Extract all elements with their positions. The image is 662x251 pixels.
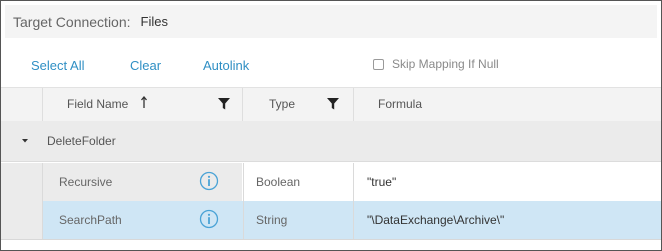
sort-ascending-arrow-icon[interactable]: [141, 96, 147, 110]
column-header-type[interactable]: Type: [269, 97, 295, 111]
field-name-text: Recursive: [59, 175, 113, 189]
table-row[interactable]: Recursive Boolean "true": [1, 163, 661, 202]
formula-text: "\DataExchange\Archive\": [367, 213, 505, 227]
target-connection-value: Files: [140, 14, 168, 29]
type-text: Boolean: [256, 175, 301, 189]
grid-header: Field Name Type Formula: [1, 87, 661, 122]
select-all-button[interactable]: Select All: [31, 58, 84, 73]
formula-text: "true": [367, 175, 397, 189]
skip-mapping-label: Skip Mapping If Null: [392, 57, 499, 71]
group-label: DeleteFolder: [47, 134, 116, 148]
column-header-formula[interactable]: Formula: [378, 97, 422, 111]
type-cell[interactable]: String: [243, 201, 353, 239]
formula-cell[interactable]: "true": [353, 163, 661, 201]
field-name-cell[interactable]: SearchPath: [43, 201, 242, 239]
skip-mapping-toggle[interactable]: Skip Mapping If Null: [373, 57, 499, 71]
mapping-panel: Target Connection: Files Select All Clea…: [0, 0, 662, 251]
clear-button[interactable]: Clear: [130, 58, 161, 73]
formula-cell[interactable]: "\DataExchange\Archive\": [353, 201, 661, 239]
autolink-button[interactable]: Autolink: [203, 58, 249, 73]
filter-funnel-icon[interactable]: [327, 98, 339, 110]
skip-mapping-checkbox[interactable]: [373, 58, 384, 70]
info-circle-icon[interactable]: [199, 209, 219, 229]
field-name-text: SearchPath: [59, 213, 122, 227]
column-divider: [242, 88, 243, 121]
type-cell[interactable]: Boolean: [243, 163, 353, 201]
filter-funnel-icon[interactable]: [218, 98, 230, 110]
target-connection-header: Target Connection: Files: [5, 5, 657, 38]
column-divider: [353, 88, 354, 121]
row-gutter[interactable]: [1, 201, 43, 239]
caret-down-icon[interactable]: [21, 138, 29, 144]
field-name-cell[interactable]: Recursive: [43, 163, 242, 201]
row-gutter[interactable]: [1, 163, 43, 201]
column-header-field-name[interactable]: Field Name: [67, 97, 128, 111]
mapping-toolbar: Select All Clear Autolink Skip Mapping I…: [1, 38, 661, 87]
table-row-selected[interactable]: SearchPath String "\DataExchange\Archive…: [1, 201, 661, 240]
target-connection-label: Target Connection:: [13, 13, 131, 30]
info-circle-icon[interactable]: [199, 171, 219, 191]
column-divider: [42, 88, 43, 121]
group-row-deletefolder[interactable]: DeleteFolder: [1, 121, 661, 162]
type-text: String: [256, 213, 288, 227]
